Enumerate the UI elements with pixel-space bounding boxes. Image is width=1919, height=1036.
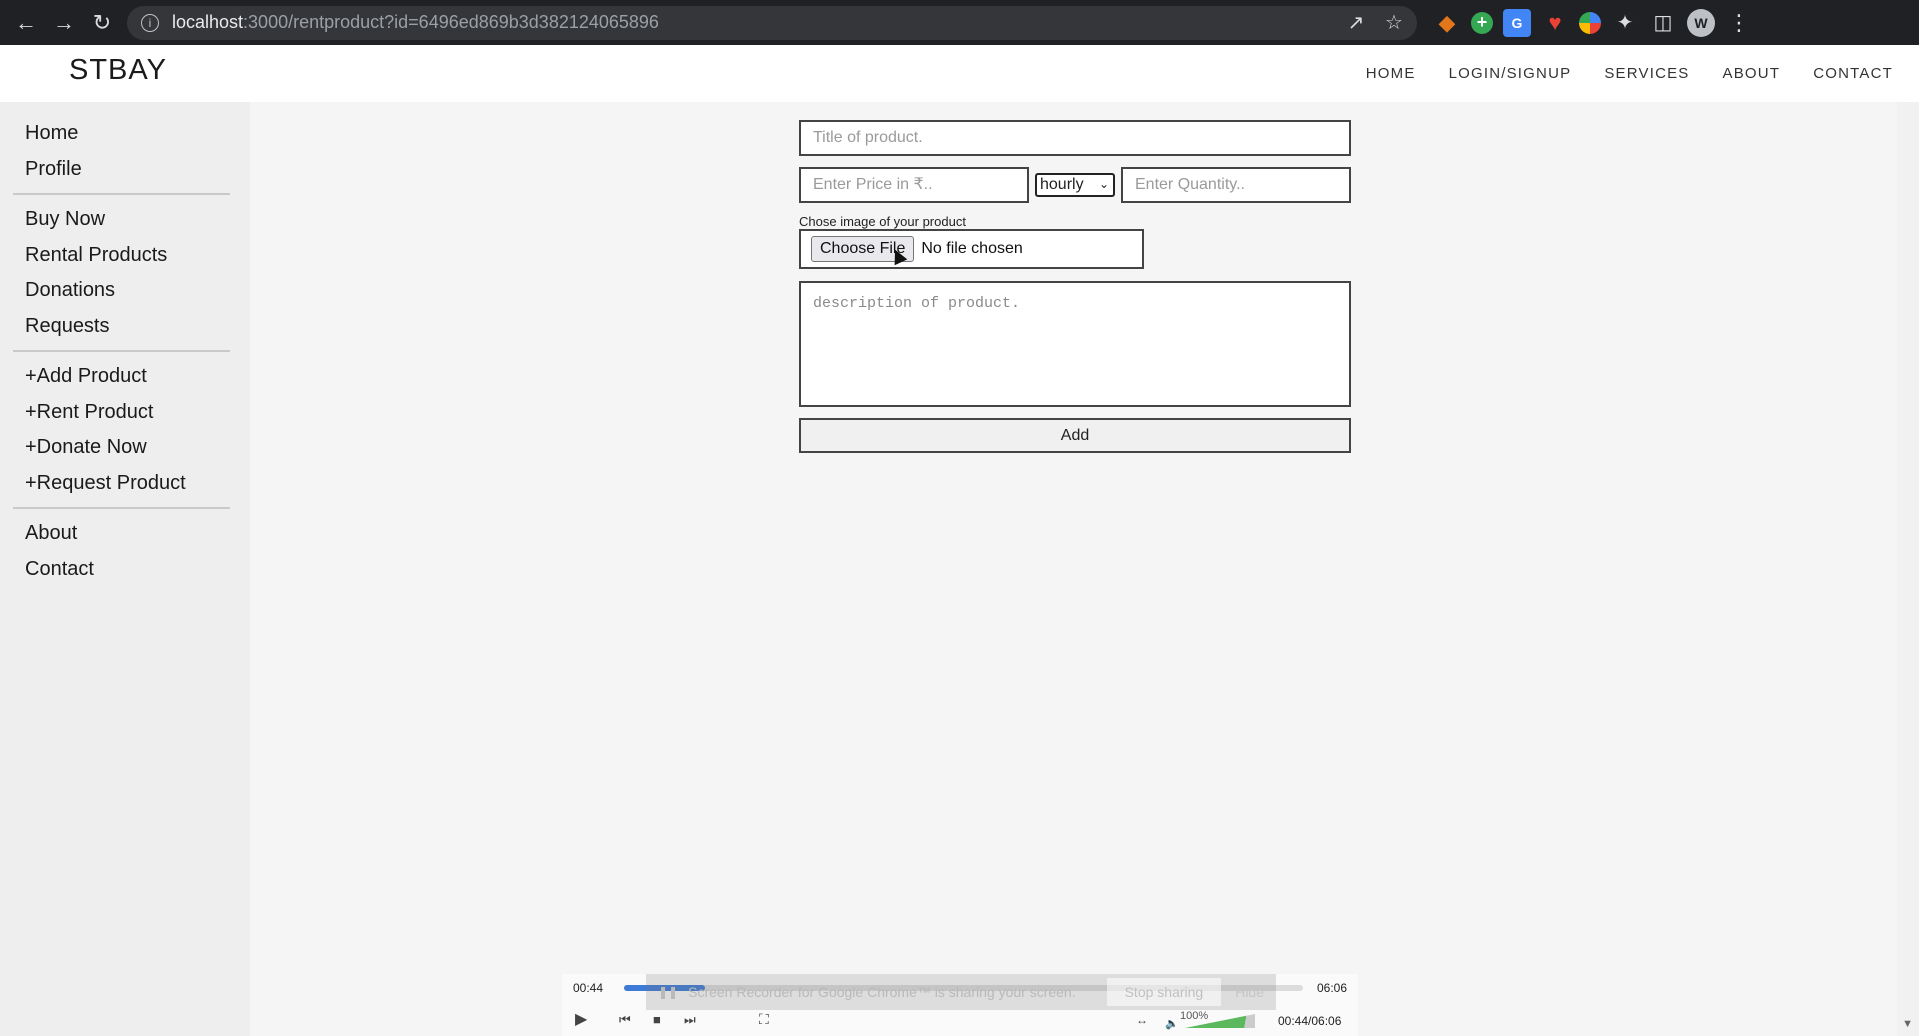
- play-icon[interactable]: ▶: [575, 1009, 587, 1029]
- translate-extension-icon[interactable]: G: [1503, 8, 1531, 37]
- sidebar: Home Profile Buy Now Rental Products Don…: [0, 102, 250, 1036]
- volume-icon[interactable]: 🔈: [1165, 1017, 1179, 1030]
- nav-login-signup[interactable]: LOGIN/SIGNUP: [1449, 65, 1572, 82]
- browser-toolbar: ← → ↻ i localhost:3000/rentproduct?id=64…: [0, 0, 1919, 45]
- sidebar-item-donations[interactable]: Donations: [0, 273, 250, 309]
- back-icon[interactable]: ←: [7, 0, 45, 45]
- share-icon[interactable]: ↗: [1341, 10, 1371, 35]
- nav-home[interactable]: HOME: [1366, 65, 1416, 82]
- nav-about[interactable]: ABOUT: [1723, 65, 1781, 82]
- rent-product-form: hourly ⌄ Chose image of your product Cho…: [799, 120, 1351, 453]
- sidebar-group-account: Home Profile: [0, 116, 250, 187]
- image-file-input[interactable]: Choose File No file chosen: [799, 229, 1144, 269]
- sidebar-item-request-product[interactable]: +Request Product: [0, 466, 250, 502]
- sidebar-item-about[interactable]: About: [0, 516, 250, 552]
- sidebar-item-rental-products[interactable]: Rental Products: [0, 238, 250, 274]
- chrome-extension-icon[interactable]: [1579, 11, 1601, 34]
- sidebar-item-rent-product[interactable]: +Rent Product: [0, 395, 250, 431]
- rate-select-value: hourly: [1040, 176, 1084, 193]
- rate-select[interactable]: hourly ⌄: [1035, 173, 1115, 197]
- sidebar-item-contact[interactable]: Contact: [0, 552, 250, 588]
- hide-banner-button[interactable]: Hide: [1235, 984, 1264, 1000]
- side-panel-icon[interactable]: ◫: [1649, 9, 1677, 37]
- fullscreen-icon[interactable]: ⛶: [759, 1011, 769, 1028]
- brand-logo[interactable]: STBAY: [69, 54, 167, 87]
- site-header: STBAY HOME LOGIN/SIGNUP SERVICES ABOUT C…: [0, 45, 1919, 102]
- sidebar-item-add-product[interactable]: +Add Product: [0, 359, 250, 395]
- price-input[interactable]: [799, 167, 1029, 203]
- sidebar-item-profile[interactable]: Profile: [0, 152, 250, 188]
- stop-icon[interactable]: ■: [653, 1012, 661, 1027]
- share-notice-text: Screen Recorder for Google Chrome™ is sh…: [688, 984, 1076, 1000]
- top-nav: HOME LOGIN/SIGNUP SERVICES ABOUT CONTACT: [1366, 45, 1893, 102]
- pause-share-icon: ❚❚: [658, 985, 679, 999]
- reload-icon[interactable]: ↻: [83, 0, 121, 45]
- sidebar-group-info: About Contact: [0, 516, 250, 587]
- sidebar-item-home[interactable]: Home: [0, 116, 250, 152]
- add-extension-icon[interactable]: +: [1471, 11, 1493, 34]
- quantity-input[interactable]: [1121, 167, 1351, 203]
- volume-percent: 100%: [1180, 1010, 1209, 1022]
- description-textarea[interactable]: [799, 281, 1351, 407]
- chevron-down-icon: ⌄: [1098, 177, 1109, 191]
- sidebar-item-requests[interactable]: Requests: [0, 309, 250, 345]
- nav-contact[interactable]: CONTACT: [1813, 65, 1893, 82]
- address-bar[interactable]: i localhost:3000/rentproduct?id=6496ed86…: [127, 5, 1417, 40]
- fit-width-icon[interactable]: ↔: [1136, 1013, 1148, 1027]
- choose-file-button[interactable]: Choose File: [811, 236, 915, 266]
- image-field-label: Chose image of your product: [799, 214, 966, 229]
- url-path: :3000/rentproduct?id=6496ed869b3d3821240…: [243, 12, 659, 32]
- add-button[interactable]: Add: [799, 418, 1351, 453]
- screen-share-banner: ❚❚ Screen Recorder for Google Chrome™ is…: [646, 974, 1276, 1010]
- current-time: 00:44: [573, 981, 604, 995]
- url-host: localhost: [172, 12, 244, 32]
- sidebar-divider: [13, 507, 230, 509]
- sidebar-group-create: +Add Product +Rent Product +Donate Now +…: [0, 359, 250, 501]
- total-time: 06:06: [1317, 981, 1348, 995]
- browser-menu-icon[interactable]: ⋮: [1725, 9, 1753, 37]
- profile-avatar-icon[interactable]: W: [1687, 8, 1715, 37]
- elapsed-of-total: 00:44/06:06: [1278, 1014, 1342, 1028]
- site-info-icon[interactable]: i: [141, 13, 159, 32]
- sidebar-divider: [13, 193, 230, 195]
- scroll-down-icon[interactable]: ▼: [1902, 1018, 1913, 1030]
- bookmark-star-icon[interactable]: ☆: [1379, 10, 1409, 35]
- extensions-puzzle-icon[interactable]: ✦: [1611, 9, 1639, 37]
- page-scrollbar[interactable]: ▼: [1897, 102, 1919, 1036]
- metamask-extension-icon[interactable]: ◆: [1433, 9, 1461, 37]
- sidebar-item-buy-now[interactable]: Buy Now: [0, 202, 250, 238]
- sidebar-divider: [13, 350, 230, 352]
- sidebar-item-donate-now[interactable]: +Donate Now: [0, 430, 250, 466]
- stop-sharing-button[interactable]: Stop sharing: [1106, 978, 1222, 1006]
- no-file-chosen-text: No file chosen: [921, 240, 1023, 257]
- sidebar-group-browse: Buy Now Rental Products Donations Reques…: [0, 202, 250, 344]
- skip-forward-icon[interactable]: ⏭: [684, 1012, 696, 1028]
- product-title-input[interactable]: [799, 120, 1351, 156]
- skip-back-icon[interactable]: ⏮: [619, 1012, 631, 1028]
- price-row: hourly ⌄: [799, 167, 1351, 203]
- heart-extension-icon[interactable]: ♥: [1541, 9, 1569, 37]
- nav-services[interactable]: SERVICES: [1604, 65, 1689, 82]
- forward-icon[interactable]: →: [45, 0, 83, 45]
- video-player-controls: 00:44 06:06 ❚❚ Screen Recorder for Googl…: [562, 974, 1358, 1036]
